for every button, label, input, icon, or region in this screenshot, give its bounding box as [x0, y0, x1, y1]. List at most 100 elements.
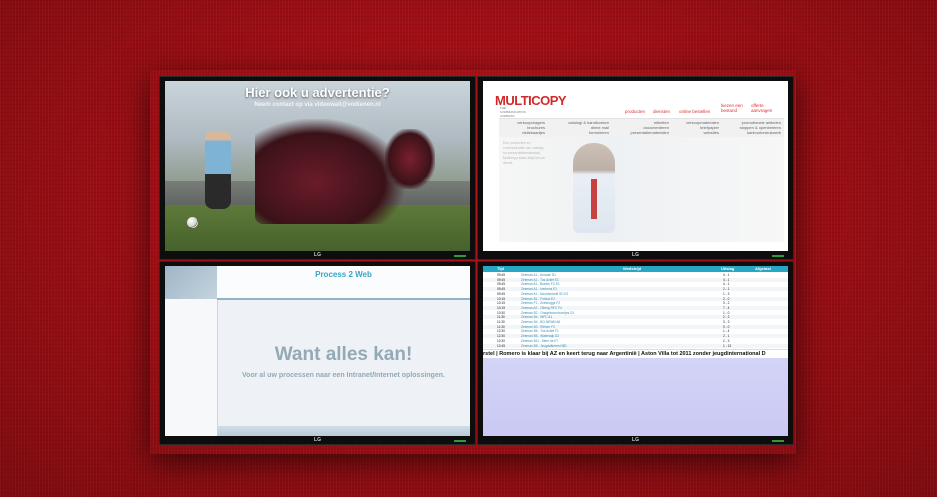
nav-producten[interactable]: producten	[625, 109, 645, 114]
row-time: 11:30	[497, 324, 505, 329]
brand-logo: LG	[632, 252, 639, 258]
category-column: verkoopmaterialen briefpapier websites	[675, 120, 719, 135]
brand-logo: LG	[314, 252, 321, 258]
player-blue	[205, 131, 231, 209]
table-row: 11:30 Zeeman B4 - BO-NEWN A6 3 - 3	[483, 320, 788, 324]
monitor-bottom-left: Process 2 Web Want alles kan! Voor al uw…	[159, 261, 476, 445]
football-icon	[187, 217, 198, 228]
row-match: Zeeman A1 - Boelos FC E1	[521, 282, 560, 287]
row-score: 4 - 1	[723, 277, 730, 282]
table-row: 09:45 Zeeman A1 - Tus Actief E1 4 - 1	[483, 277, 788, 282]
player-group	[255, 119, 405, 224]
table-row: 09:45 Zeeman A1 - Boelos FC E1 4 - 1	[483, 282, 788, 286]
row-score: 1 - 13	[723, 343, 732, 348]
row-match: Zeeman A1 - Tus Actief E1	[521, 277, 559, 282]
row-time: 12:30	[497, 338, 505, 343]
nav-online-bestellen[interactable]: online bestellen	[679, 109, 710, 114]
table-row: 12:30 Zeeman B6 - Tus Actief F1 1 - 4	[483, 329, 788, 333]
row-match: Zeeman B11 - Meer de E7	[521, 338, 559, 343]
monitor-top-right: MULTICOPY THE COMMUNICATION COMPANY prod…	[477, 76, 794, 260]
row-match: Zeeman A1 - Ahoude D1	[521, 273, 556, 277]
row-match: Zeeman B6 - Tus Actief F1	[521, 329, 559, 334]
screen-process2web: Process 2 Web Want alles kan! Voor al uw…	[165, 266, 470, 436]
column-header: Wedstrijd	[623, 266, 642, 271]
table-row: 11:30 Zeeman B4 - WFC A1 2 - 2	[483, 315, 788, 320]
column-header: Uitslag	[721, 266, 735, 271]
nav-bestand[interactable]: kiezen een bestand	[721, 103, 747, 113]
table-row: 10:30 Zeeman B2 - Oranjeboomhoortjes D1 1 …	[483, 311, 788, 315]
column-header: Tijd	[497, 266, 505, 271]
table-row: 10:15 Zeeman A2 - Olberg RFC F4 7 - 4	[483, 305, 788, 310]
row-score: 2 - 0	[723, 296, 730, 301]
row-score: 2 - 2	[723, 315, 730, 320]
row-score: 4 - 1	[723, 273, 730, 277]
nav-offerte[interactable]: offerte aanvragen	[751, 103, 779, 113]
row-score: 1 - 0	[723, 310, 730, 315]
screen-match-schedule: Tijd Wedstrijd Uitslag Afgelast 09:45 Zee…	[483, 266, 788, 436]
player-right	[385, 129, 435, 189]
corner-block	[165, 266, 217, 299]
row-time: 12:30	[497, 334, 505, 339]
row-match: Zeeman A1 - Iverkens E1	[521, 287, 557, 292]
row-score: 0 - 2	[723, 301, 730, 306]
nav-diensten[interactable]: diensten	[653, 109, 670, 114]
row-match: Zeeman F1 - Zeebrugge F2	[521, 301, 561, 306]
category-link[interactable]: kantoorbedrukwerk	[725, 130, 781, 135]
table-row: 12:45 Zeeman B5 - Jeugdafkeren NB1 1 - 13	[483, 343, 788, 348]
table-row: 10:15 Zeeman F1 - Zeebrugge F2 0 - 2	[483, 301, 788, 305]
row-match: Zeeman B4 - BO-NEWN A6	[521, 320, 561, 324]
row-match: Zeeman B6 - Waterwijk D3	[521, 334, 559, 339]
row-match: Zeeman A1 - Noordenveld SC E2	[521, 291, 569, 296]
row-match: Zeeman B4 - WFC A1	[521, 315, 553, 320]
category-column: etiketten documenteren presentatiematerial…	[617, 120, 669, 135]
footer-bar	[217, 426, 470, 436]
headline: Want alles kan!	[274, 344, 413, 365]
power-led-icon	[454, 440, 462, 442]
ad-contact: Neem contact op via videowall@vodienen.n…	[254, 102, 381, 108]
category-column: promotionele artikelen stoppen & openbele…	[725, 120, 781, 135]
table-row: 12:30 Zeeman B6 - Waterwijk D3 2 - 1	[483, 334, 788, 339]
row-time: 11:30	[497, 315, 505, 320]
row-score: 1 - 4	[723, 329, 730, 334]
row-match: Zeeman B2 - Oranjeboomhoortjes D1	[521, 310, 575, 315]
subline: Voor al uw processen naar een Intranet/I…	[242, 372, 445, 379]
category-link[interactable]: formulieren	[553, 130, 609, 135]
ad-title: Hier ook u advertentie?	[245, 85, 390, 100]
row-score: 2 - 1	[723, 334, 730, 339]
category-column: catalogi & handboeken direct mail formulie…	[553, 120, 609, 135]
row-score: 4 - 1	[723, 282, 730, 287]
column-header: Afgelast	[755, 266, 771, 271]
row-match: Zeeman B3 - Rillmer F3	[521, 324, 555, 329]
row-score: 0 - 0	[723, 324, 730, 329]
row-match: Zeeman B1 - Fortius E2	[521, 296, 555, 301]
row-score: 2 - 3	[723, 338, 730, 343]
category-column: verkoopdragers brochures visitekaartjes	[503, 120, 545, 135]
table-row: 09:45 Zeeman A1 - Noordenveld SC E2 1 - 3	[483, 292, 788, 296]
process2web-header: Process 2 Web	[315, 270, 372, 279]
table-row: 09:45 Zeeman A1 - Ahoude D1 4 - 1	[483, 273, 788, 277]
table-row: 10:15 Zeeman B1 - Fortius E2 2 - 0	[483, 296, 788, 301]
row-time: 09:45	[497, 282, 505, 287]
row-match: Zeeman B5 - Jeugdafkeren NB1	[521, 343, 567, 348]
row-score: 2 - 1	[723, 287, 730, 292]
row-time: 09:45	[497, 291, 505, 296]
category-link[interactable]: visitekaartjes	[503, 130, 545, 135]
category-link[interactable]: presentatiematerialen	[617, 130, 669, 135]
table-row: 11:30 Zeeman B3 - Rillmer F3 0 - 0	[483, 324, 788, 329]
table-row: 12:30 Zeeman B11 - Meer de E7 2 - 3	[483, 339, 788, 343]
category-link[interactable]: websites	[675, 130, 719, 135]
monitor-top-left: Hier ook u advertentie? Neem contact op …	[159, 76, 476, 260]
row-time: 10:15	[497, 296, 505, 301]
monitor-bottom-right: Tijd Wedstrijd Uitslag Afgelast 09:45 Zee…	[477, 261, 794, 445]
row-time: 11:30	[497, 320, 505, 324]
power-led-icon	[772, 255, 780, 257]
row-score: 1 - 3	[723, 291, 730, 296]
row-score: 3 - 3	[723, 320, 730, 324]
row-time: 12:30	[497, 329, 505, 334]
row-time: 12:45	[497, 343, 505, 348]
row-time: 09:45	[497, 273, 505, 277]
intro-text: Een producten en communicatie van catalo…	[503, 141, 545, 165]
screen-multicopy: MULTICOPY THE COMMUNICATION COMPANY prod…	[483, 81, 788, 251]
screen-advertisement: Hier ook u advertentie? Neem contact op …	[165, 81, 470, 251]
row-match: Zeeman A2 - Olberg RFC F4	[521, 305, 562, 310]
